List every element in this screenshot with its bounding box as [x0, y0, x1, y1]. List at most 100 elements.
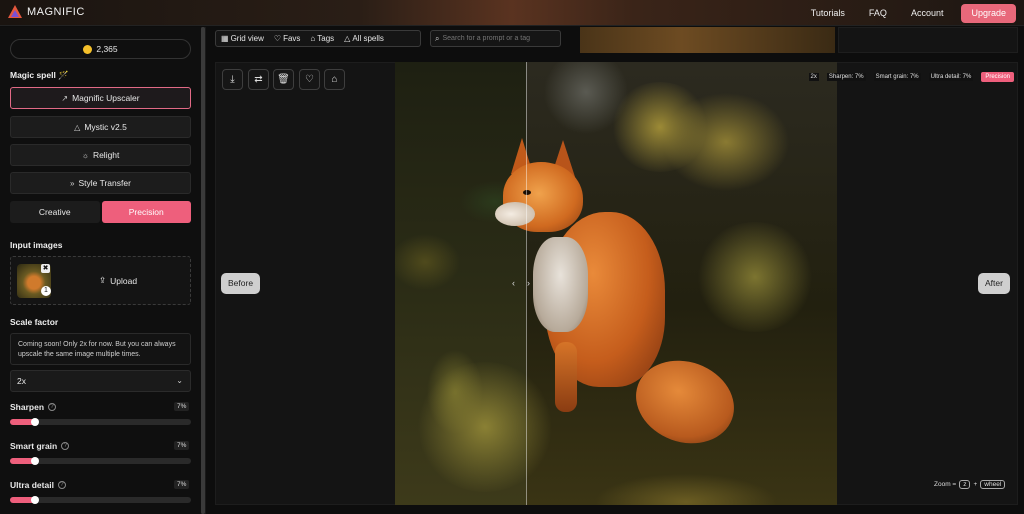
foliage [695, 222, 815, 332]
tag-icon: ⌂ [331, 74, 338, 85]
nav-account[interactable]: Account [911, 3, 944, 23]
sharpen-label: Sharpen ? [10, 402, 57, 412]
scale-factor-value: 2x [17, 376, 26, 386]
nav-faq[interactable]: FAQ [869, 3, 887, 23]
scale-factor-title: Scale factor [10, 317, 59, 327]
spell-style-transfer[interactable]: » Style Transfer [10, 172, 191, 194]
tag-icon: ⌂ [310, 34, 316, 43]
nav-tutorials[interactable]: Tutorials [811, 3, 845, 23]
triangle-icon: △ [74, 122, 81, 132]
delete-button[interactable]: 🗑 [273, 69, 294, 90]
sharpen-param: Sharpen: 7% [826, 73, 866, 81]
heart-icon: ♡ [273, 34, 282, 43]
zoom-key-z: z [959, 480, 971, 489]
ultra-detail-label-text: Ultra detail [10, 480, 54, 490]
spell-magnific-upscaler[interactable]: ↗ Magnific Upscaler [10, 87, 191, 109]
grid-view-label: Grid view [230, 34, 264, 43]
slider-handle[interactable] [31, 496, 39, 504]
ultra-detail-value: 7% [174, 480, 190, 489]
logo[interactable]: MAGNIFIC [8, 5, 85, 18]
zoom-plus: + [973, 481, 978, 488]
spell-label: Relight [92, 150, 120, 160]
image-count-badge: 1 [41, 286, 51, 296]
all-spells-filter[interactable]: △ All spells [339, 34, 389, 43]
input-images-title: Input images [10, 240, 63, 250]
foliage [415, 362, 555, 492]
chevron-right-icon: › [527, 278, 530, 288]
input-images-dropzone[interactable]: ✖ 1 ⇪ Upload [10, 256, 191, 305]
favs-label: Favs [283, 34, 301, 43]
search-box[interactable]: ⌕ [430, 30, 561, 47]
upload-label: Upload [110, 275, 138, 286]
triangle-icon: △ [344, 34, 351, 43]
fox-eye [523, 190, 531, 195]
fox-leg [555, 342, 577, 412]
upscale-params: 2x Sharpen: 7% Smart grain: 7% Ultra det… [808, 72, 1014, 82]
sun-icon: ☼ [81, 150, 89, 160]
ultra-detail-param: Ultra detail: 7% [928, 73, 974, 81]
logo-icon [8, 5, 22, 18]
zoom-hint-prefix: Zoom = [934, 481, 957, 488]
slider-handle[interactable] [31, 418, 39, 426]
smart-grain-label-text: Smart grain [10, 441, 58, 451]
tag-button[interactable]: ⌂ [324, 69, 345, 90]
spell-label: Mystic v2.5 [84, 122, 127, 132]
mode-precision[interactable]: Precision [101, 201, 191, 223]
mode-toggle: Creative Precision [10, 201, 191, 223]
smart-grain-slider[interactable] [10, 457, 191, 465]
chevron-down-icon: ⌄ [176, 376, 183, 385]
favs-filter[interactable]: ♡ Favs [269, 34, 306, 43]
credits-badge: 2,365 [10, 39, 191, 59]
smart-grain-value: 7% [174, 441, 190, 450]
fox-snout [495, 202, 535, 226]
tags-filter[interactable]: ⌂ Tags [305, 34, 339, 43]
help-icon[interactable]: ? [57, 481, 66, 489]
gallery-preview-slot[interactable] [838, 27, 1018, 53]
remove-image-icon[interactable]: ✖ [41, 264, 50, 273]
help-icon[interactable]: ? [61, 442, 70, 450]
chevron-left-icon: ‹ [512, 278, 515, 288]
spell-mystic[interactable]: △ Mystic v2.5 [10, 116, 191, 138]
mode-badge: Precision [981, 72, 1014, 82]
search-input[interactable] [442, 35, 553, 42]
top-nav: Tutorials FAQ Account Upgrade [787, 3, 1016, 23]
smart-grain-label: Smart grain ? [10, 441, 70, 451]
all-spells-label: All spells [352, 34, 384, 43]
magic-spell-title: Magic spell 🪄 [10, 70, 69, 80]
ultra-detail-slider[interactable] [10, 496, 191, 504]
top-bar: MAGNIFIC Tutorials FAQ Account Upgrade [0, 0, 1024, 26]
scale-factor-select[interactable]: 2x ⌄ [10, 370, 191, 392]
smart-grain-param: Smart grain: 7% [873, 73, 921, 81]
credits-amount: 2,365 [96, 44, 118, 54]
upload-icon: ⇪ [99, 275, 107, 285]
gallery-preview-strip[interactable] [580, 27, 835, 53]
divider-handle[interactable]: ‹ › [512, 278, 530, 288]
search-icon: ⌕ [435, 33, 440, 43]
grid-view-filter[interactable]: ▦ Grid view [216, 34, 269, 43]
help-icon[interactable]: ? [48, 403, 57, 411]
app-name: MAGNIFIC [27, 5, 85, 18]
sharpen-slider[interactable] [10, 418, 191, 426]
download-icon: ⤓ [230, 74, 235, 85]
mode-creative[interactable]: Creative [10, 201, 100, 223]
ultra-detail-label: Ultra detail ? [10, 480, 66, 490]
expand-icon: ↗ [61, 93, 69, 103]
before-label: Before [221, 273, 261, 294]
scale-note: Coming soon! Only 2x for now. But you ca… [10, 333, 191, 365]
scale-param: 2x [808, 73, 819, 81]
comparison-image[interactable] [395, 62, 837, 505]
sidebar: 2,365 Magic spell 🪄 ↗ Magnific Upscaler … [0, 27, 201, 514]
download-button[interactable]: ⤓ [222, 69, 243, 90]
favorite-button[interactable]: ♡ [299, 69, 320, 90]
trash-icon: 🗑 [277, 74, 290, 85]
sharpen-value: 7% [174, 402, 190, 411]
zoom-key-wheel: wheel [980, 480, 1006, 489]
spell-relight[interactable]: ☼ Relight [10, 144, 191, 166]
slider-handle[interactable] [31, 457, 39, 465]
sidebar-scrollbar[interactable] [201, 27, 205, 514]
swap-button[interactable]: ⇄ [248, 69, 269, 90]
zoom-hint: Zoom = z + wheel [934, 480, 1006, 489]
heart-icon: ♡ [305, 74, 314, 85]
upgrade-button[interactable]: Upgrade [961, 3, 1016, 23]
upload-button[interactable]: ⇪ Upload [99, 275, 137, 286]
